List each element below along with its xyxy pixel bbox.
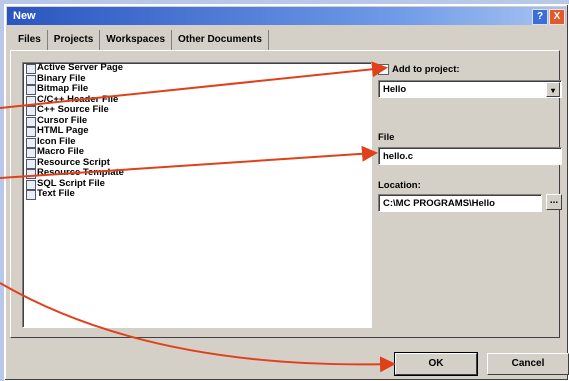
text-file-icon [26,190,36,200]
list-item-label: C/C++ Header File [37,93,119,105]
list-item-label: Bitmap File [37,83,89,94]
file-type-list[interactable]: Active Server Page Binary File Bitmap Fi… [22,62,372,328]
asp-file-icon [26,64,36,74]
add-to-project-label: Add to project: [392,64,460,75]
location-label: Location: [378,180,421,191]
list-item-label: Binary File [37,72,86,84]
html-page-icon [26,127,36,137]
file-label: File [378,132,395,143]
list-item-label: Text File [37,188,75,199]
list-item-label: Active Server Page [37,62,124,73]
list-item-label: Cursor File [37,114,88,126]
cancel-button[interactable]: Cancel [487,353,569,375]
binary-file-icon [26,74,36,85]
project-select-value: Hello [383,84,407,95]
list-item-label: Resource Script [37,156,110,168]
list-item-label: Macro File [37,146,84,157]
tab-strip: Files Projects Workspaces Other Document… [14,30,269,50]
bitmap-file-icon [26,85,36,95]
file-name-input[interactable]: hello.c [378,147,562,165]
project-select[interactable]: Hello ▾ [378,80,562,98]
list-item[interactable]: Text File [23,188,371,200]
tab-projects[interactable]: Projects [48,30,101,50]
tab-other-documents[interactable]: Other Documents [172,30,269,50]
icon-file-icon [26,137,36,148]
tab-files[interactable]: Files [14,30,48,50]
cursor-file-icon [26,116,36,127]
resource-template-icon [26,169,36,179]
browse-button[interactable]: ... [546,194,562,210]
help-button[interactable]: ? [532,9,548,25]
list-item-label: SQL Script File [37,177,105,189]
ok-button[interactable]: OK [394,352,478,376]
close-button[interactable]: X [549,9,565,25]
title-bar[interactable]: New ? X [7,7,566,25]
add-to-project-checkbox[interactable]: ✓ [378,64,389,75]
macro-file-icon [26,148,36,158]
list-item-label: HTML Page [37,125,89,136]
tab-workspaces[interactable]: Workspaces [100,30,173,50]
list-item-label: Icon File [37,135,76,147]
cpp-source-file-icon [26,106,36,116]
window-title: New [13,10,36,22]
sql-script-file-icon [26,179,36,190]
header-file-icon [26,95,36,106]
list-item-label: C++ Source File [37,104,109,115]
list-item[interactable]: SQL Script File [23,177,371,190]
location-input[interactable]: C:\MC PROGRAMS\Hello [378,194,542,212]
chevron-down-icon[interactable]: ▾ [546,82,560,97]
resource-script-icon [26,158,36,169]
list-item-label: Resource Template [37,167,124,178]
